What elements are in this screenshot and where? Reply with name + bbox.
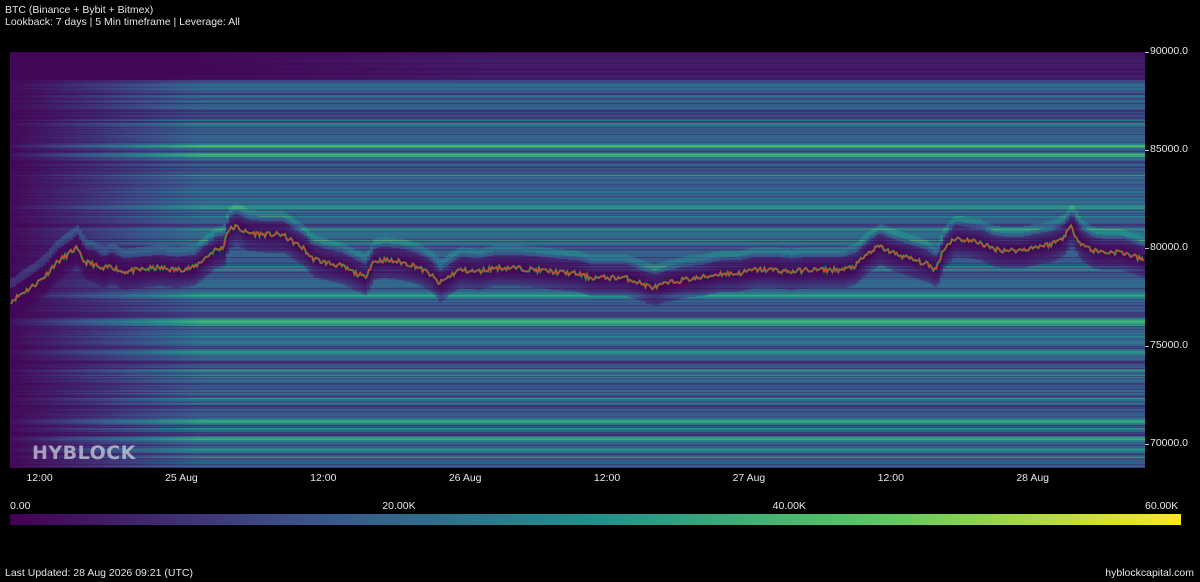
price-line [10, 224, 1144, 305]
x-tick-label: 12:00 [877, 472, 904, 484]
x-tick-label: 28 Aug [1016, 472, 1050, 484]
colorbar-tick-label: 40.00K [772, 500, 806, 512]
y-tick-mark [1145, 444, 1149, 446]
site-link[interactable]: hyblockcapital.com [1105, 567, 1194, 579]
y-tick-mark [1145, 346, 1149, 348]
y-tick-label: 80000.0 [1150, 241, 1188, 254]
x-tick-label: 12:00 [26, 472, 53, 484]
y-tick-mark [1145, 248, 1149, 250]
x-tick-label: 25 Aug [165, 472, 198, 484]
y-tick-label: 70000.0 [1150, 437, 1188, 450]
colorbar [10, 514, 1181, 525]
x-tick-label: 12:00 [310, 472, 337, 484]
y-tick-mark [1145, 150, 1149, 152]
last-updated-text: Last Updated: 28 Aug 2026 09:21 (UTC) [5, 567, 193, 579]
chart-subtitle: Lookback: 7 days | 5 Min timeframe | Lev… [5, 16, 240, 28]
heatmap-plot-area[interactable]: HYBLOCK [10, 52, 1145, 468]
price-line-layer [10, 223, 1145, 305]
price-line-shadow [10, 223, 1145, 305]
chart-title: BTC (Binance + Bybit + Bitmex) [5, 4, 154, 16]
x-tick-label: 12:00 [593, 472, 621, 484]
colorbar-tick-label: 20.00K [382, 500, 416, 512]
y-tick-mark [1145, 52, 1149, 53]
x-tick-label: 26 Aug [448, 472, 482, 484]
x-tick-label: 27 Aug [732, 472, 766, 484]
colorbar-tick-label: 0.00 [10, 500, 31, 512]
y-tick-label: 75000.0 [1150, 339, 1188, 352]
colorbar-tick-label: 60.00K [1145, 500, 1179, 512]
hyblock-watermark: HYBLOCK [32, 442, 136, 464]
y-tick-label: 85000.0 [1150, 143, 1188, 156]
y-tick-label: 90000.0 [1150, 45, 1188, 57]
